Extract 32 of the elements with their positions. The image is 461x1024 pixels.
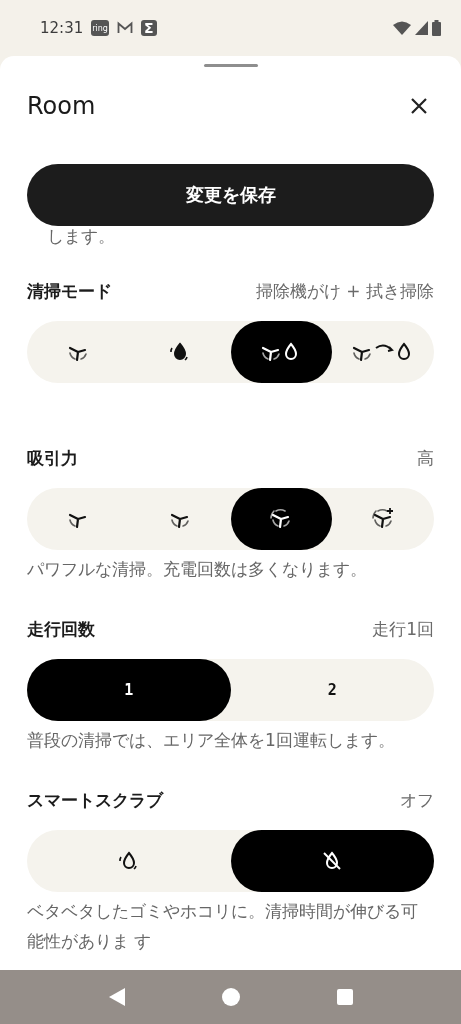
- selected-value: オフ: [400, 789, 434, 812]
- back-icon: [108, 988, 125, 1006]
- section-description: ベタベタしたゴミやホコリに。清掃時間が伸びる可能性がありま す: [27, 900, 419, 953]
- signal-icon: [415, 21, 428, 35]
- wifi-icon: [393, 21, 411, 35]
- home-icon: [221, 988, 240, 1006]
- notification-icon: ring: [91, 20, 109, 36]
- fan-plus-icon: [371, 507, 396, 531]
- section-title: 吸引力: [27, 447, 78, 470]
- description-fragment: します。: [46, 226, 116, 246]
- drag-handle[interactable]: [203, 64, 258, 67]
- section-title: スマートスクラブ: [27, 789, 163, 812]
- close-icon: [410, 97, 428, 115]
- selected-value: 走行1回: [372, 618, 434, 641]
- segment-option[interactable]: 2: [230, 659, 434, 721]
- segment-option[interactable]: 1: [27, 659, 231, 721]
- sheet-title: Room: [27, 92, 96, 120]
- back-button[interactable]: [108, 988, 125, 1006]
- section-title: 走行回数: [27, 618, 95, 641]
- battery-icon: [432, 20, 441, 36]
- clock-time: 12:31: [40, 19, 84, 37]
- recents-button[interactable]: [336, 989, 353, 1005]
- section-title: 清掃モード: [27, 280, 112, 303]
- save-button[interactable]: 変更を保存: [27, 164, 434, 226]
- notification-icon: Σ: [140, 20, 157, 36]
- selected-value: 高: [417, 447, 434, 470]
- home-button[interactable]: [221, 988, 240, 1006]
- recents-icon: [336, 989, 353, 1005]
- selected-value: 掃除機がけ + 拭き掃除: [255, 280, 434, 303]
- mail-icon: [116, 21, 133, 35]
- section-description: 普段の清掃では、エリア全体を1回運転します。: [27, 729, 396, 752]
- section-description: パワフルな清掃。充電回数は多くなります。: [27, 558, 368, 581]
